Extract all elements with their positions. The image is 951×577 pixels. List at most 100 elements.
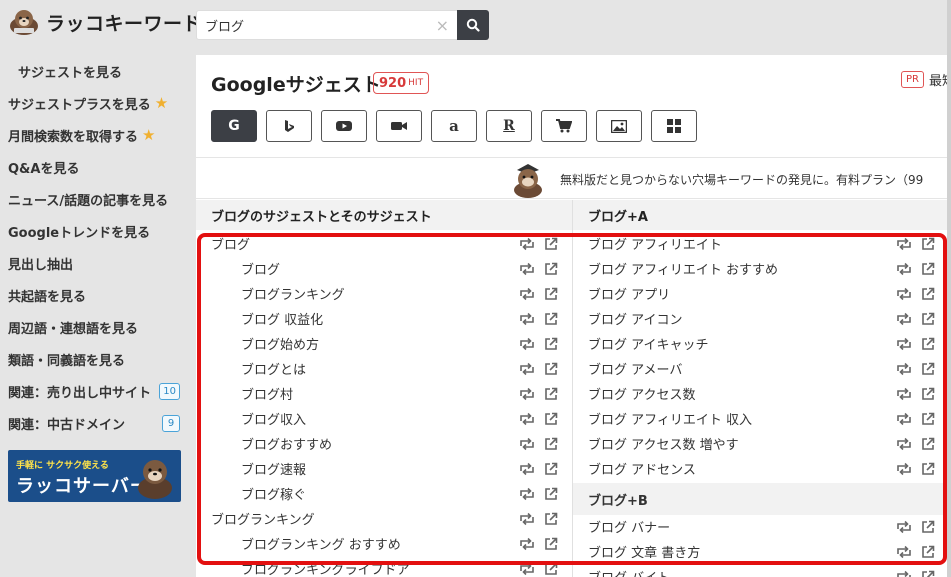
sidebar-item-suggest-plus[interactable]: サジェストプラスを見る ★: [0, 87, 190, 119]
suggest-row[interactable]: ブログ アクセス数 増やす: [588, 431, 936, 456]
suggest-row[interactable]: ブログランキング: [211, 506, 559, 531]
keyword-text[interactable]: ブログランキングライフドア: [241, 559, 410, 577]
upgrade-promo[interactable]: 無料版だと見つからない穴場キーワードの発見に。有料プラン（99: [196, 157, 951, 199]
external-link-icon[interactable]: [920, 336, 936, 352]
sidebar-item-synonyms[interactable]: 類語・同義語を見る: [0, 343, 190, 375]
suggest-row[interactable]: ブログとは: [241, 356, 559, 381]
external-link-icon[interactable]: [920, 261, 936, 277]
sidebar-item-cooccurrence[interactable]: 共起語を見る: [0, 279, 190, 311]
retweet-icon[interactable]: [896, 361, 912, 377]
sidebar-item-headings[interactable]: 見出し抽出: [0, 247, 190, 279]
suggest-row[interactable]: ブログ アドセンス: [588, 456, 936, 481]
external-link-icon[interactable]: [543, 361, 559, 377]
retweet-icon[interactable]: [519, 561, 535, 577]
retweet-icon[interactable]: [896, 544, 912, 560]
keyword-text[interactable]: ブログ 収益化: [241, 309, 323, 328]
suggest-row[interactable]: ブログ速報: [241, 456, 559, 481]
retweet-icon[interactable]: [896, 236, 912, 252]
retweet-icon[interactable]: [896, 336, 912, 352]
keyword-text[interactable]: ブログ アクセス数 増やす: [588, 434, 739, 453]
tab-apps[interactable]: [651, 110, 697, 142]
rakko-server-banner[interactable]: 手軽に サクサク使える ラッコサーバー: [8, 450, 181, 502]
keyword-text[interactable]: ブログ: [241, 259, 280, 278]
external-link-icon[interactable]: [543, 336, 559, 352]
suggest-row[interactable]: ブログ バイト: [588, 564, 936, 577]
external-link-icon[interactable]: [543, 486, 559, 502]
retweet-icon[interactable]: [896, 261, 912, 277]
keyword-text[interactable]: ブログ: [211, 234, 250, 253]
tab-image[interactable]: [596, 110, 642, 142]
keyword-text[interactable]: ブログランキング: [241, 284, 345, 303]
keyword-text[interactable]: ブログ アメーバ: [588, 359, 682, 378]
search-button[interactable]: [457, 10, 489, 40]
keyword-text[interactable]: ブログとは: [241, 359, 306, 378]
external-link-icon[interactable]: [920, 411, 936, 427]
keyword-text[interactable]: ブログ始め方: [241, 334, 319, 353]
suggest-row[interactable]: ブログランキング: [241, 281, 559, 306]
pr-notice[interactable]: PR 最短: [901, 70, 951, 89]
keyword-text[interactable]: ブログ アドセンス: [588, 459, 696, 478]
keyword-text[interactable]: ブログ アクセス数: [588, 384, 695, 403]
tab-youtube[interactable]: [321, 110, 367, 142]
retweet-icon[interactable]: [519, 311, 535, 327]
retweet-icon[interactable]: [519, 236, 535, 252]
keyword-text[interactable]: ブログおすすめ: [241, 434, 332, 453]
suggest-row[interactable]: ブログ アフィリエイト 収入: [588, 406, 936, 431]
suggest-row[interactable]: ブログランキングライフドア: [241, 556, 559, 577]
suggest-row[interactable]: ブログ アクセス数: [588, 381, 936, 406]
keyword-text[interactable]: ブログ速報: [241, 459, 306, 478]
external-link-icon[interactable]: [543, 561, 559, 577]
keyword-text[interactable]: ブログ アフィリエイト おすすめ: [588, 259, 778, 278]
external-link-icon[interactable]: [543, 511, 559, 527]
keyword-text[interactable]: ブログ アフィリエイト 収入: [588, 409, 752, 428]
scrollbar[interactable]: [947, 0, 951, 577]
keyword-text[interactable]: ブログ アイキャッチ: [588, 334, 708, 353]
retweet-icon[interactable]: [896, 386, 912, 402]
suggest-row[interactable]: ブログ アメーバ: [588, 356, 936, 381]
retweet-icon[interactable]: [519, 486, 535, 502]
external-link-icon[interactable]: [920, 461, 936, 477]
retweet-icon[interactable]: [519, 361, 535, 377]
suggest-row[interactable]: ブログ アプリ: [588, 281, 936, 306]
retweet-icon[interactable]: [519, 386, 535, 402]
suggest-row[interactable]: ブログ アイコン: [588, 306, 936, 331]
tab-rakuten[interactable]: R: [486, 110, 532, 142]
retweet-icon[interactable]: [896, 519, 912, 535]
keyword-text[interactable]: ブログ稼ぐ: [241, 484, 306, 503]
sidebar-item-qa[interactable]: Q&Aを見る: [0, 151, 190, 183]
search-field[interactable]: ×: [196, 10, 458, 40]
retweet-icon[interactable]: [519, 511, 535, 527]
suggest-row[interactable]: ブログ稼ぐ: [241, 481, 559, 506]
external-link-icon[interactable]: [920, 436, 936, 452]
retweet-icon[interactable]: [519, 436, 535, 452]
retweet-icon[interactable]: [896, 436, 912, 452]
sidebar-item-related-words[interactable]: 周辺語・連想語を見る: [0, 311, 190, 343]
external-link-icon[interactable]: [543, 436, 559, 452]
tab-amazon[interactable]: a: [431, 110, 477, 142]
tab-video[interactable]: [376, 110, 422, 142]
external-link-icon[interactable]: [543, 261, 559, 277]
suggest-row[interactable]: ブログ アフィリエイト おすすめ: [588, 256, 936, 281]
retweet-icon[interactable]: [519, 336, 535, 352]
suggest-row[interactable]: ブログ収入: [241, 406, 559, 431]
suggest-row[interactable]: ブログ アイキャッチ: [588, 331, 936, 356]
retweet-icon[interactable]: [896, 311, 912, 327]
tab-shopping[interactable]: [541, 110, 587, 142]
suggest-row[interactable]: ブログ: [241, 256, 559, 281]
keyword-text[interactable]: ブログ 文章 書き方: [588, 542, 700, 561]
keyword-text[interactable]: ブログ収入: [241, 409, 306, 428]
suggest-row[interactable]: ブログ村: [241, 381, 559, 406]
external-link-icon[interactable]: [920, 361, 936, 377]
external-link-icon[interactable]: [543, 386, 559, 402]
retweet-icon[interactable]: [519, 286, 535, 302]
tab-bing[interactable]: [266, 110, 312, 142]
keyword-text[interactable]: ブログ アフィリエイト: [588, 234, 722, 253]
retweet-icon[interactable]: [519, 461, 535, 477]
keyword-text[interactable]: ブログ アイコン: [588, 309, 682, 328]
retweet-icon[interactable]: [519, 261, 535, 277]
retweet-icon[interactable]: [896, 411, 912, 427]
sidebar-item-google-trends[interactable]: Googleトレンドを見る: [0, 215, 190, 247]
suggest-row[interactable]: ブログ 文章 書き方: [588, 539, 936, 564]
search-input[interactable]: [197, 11, 427, 39]
sidebar-item-sites-for-sale[interactable]: 関連：売り出し中サイト 10: [0, 375, 190, 407]
